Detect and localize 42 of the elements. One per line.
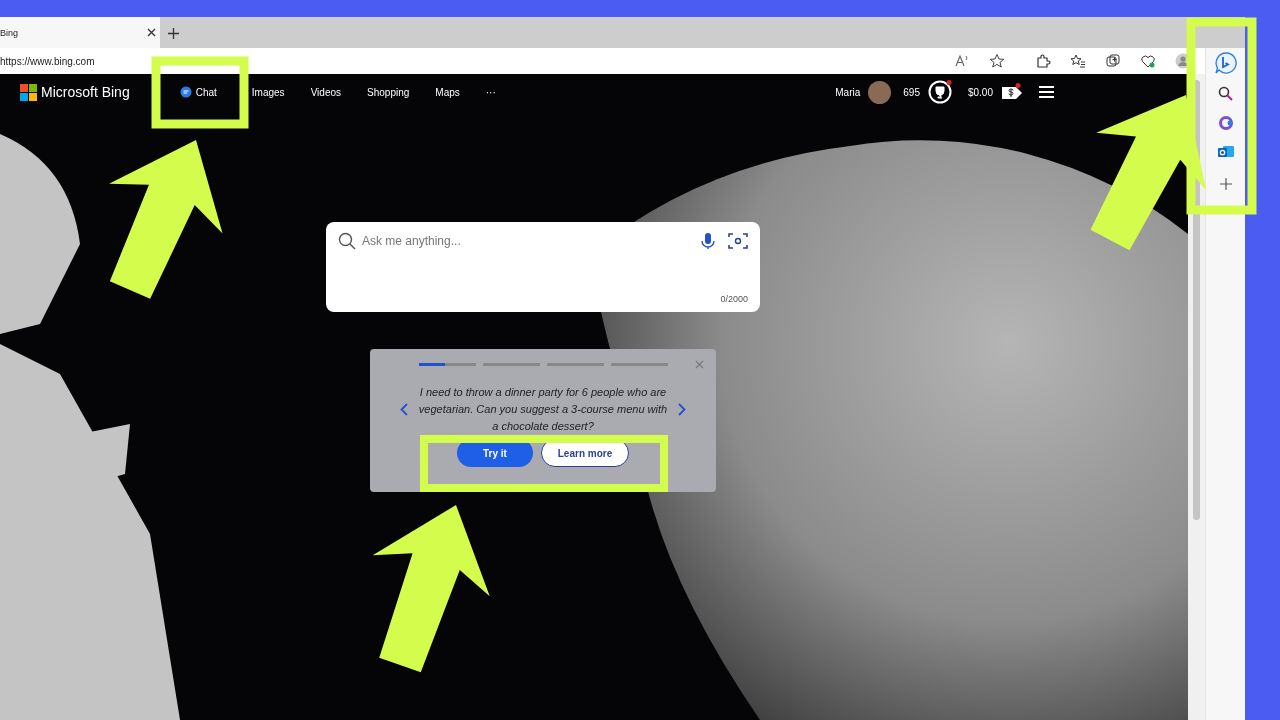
tab-title: Bing [0, 27, 19, 38]
nav-link[interactable]: ··· [485, 86, 496, 98]
search-icon[interactable] [1216, 85, 1235, 103]
menu-icon[interactable] [1039, 86, 1054, 98]
prompt-text: I need to throw a dinner party for 6 people who are vegetarian. Can you suggest a 3-course menu with a chocolate dessert? [418, 385, 668, 434]
nav-link[interactable]: Videos [310, 86, 342, 98]
nav-link[interactable]: Maps [435, 86, 460, 98]
browser-tab[interactable]: Bing [0, 17, 160, 48]
address-bar[interactable]: https://www.bing.com [0, 48, 1205, 74]
search-input[interactable]: Ask me anything... [362, 234, 694, 248]
collections-icon[interactable] [1105, 53, 1121, 69]
user-name: Maria [835, 86, 861, 98]
add-icon[interactable] [1219, 178, 1232, 190]
camera-search-icon[interactable] [728, 232, 748, 250]
close-icon[interactable] [147, 28, 156, 37]
chat-logo-icon[interactable] [1214, 52, 1237, 74]
logo-text: Microsoft Bing [41, 84, 130, 100]
trophy-icon[interactable] [927, 80, 952, 104]
character-counter: 0/2000 [720, 294, 748, 304]
avatar-placeholder[interactable] [868, 80, 892, 104]
heart-icon[interactable] [1140, 53, 1156, 69]
favorites-icon[interactable] [1070, 53, 1086, 69]
rewards-tag-icon[interactable] [1001, 83, 1023, 101]
nav-link-label: Chat [195, 86, 217, 98]
puzzle-icon[interactable] [1035, 53, 1051, 69]
search-box[interactable]: Ask me anything... 0/2000 [326, 222, 760, 312]
star-icon[interactable] [989, 53, 1005, 69]
balance-text: $0.00 [967, 86, 993, 98]
ring-icon[interactable] [1216, 114, 1235, 132]
nav-link[interactable]: Shopping [367, 86, 410, 98]
nav-link[interactable]: Images [251, 86, 285, 98]
chat-bubble-icon [179, 86, 192, 98]
add-icon[interactable] [168, 28, 179, 39]
next-icon[interactable] [678, 403, 686, 416]
windows-logo-icon [20, 83, 37, 101]
microphone-icon[interactable] [700, 232, 716, 250]
url-text: https://www.bing.com [0, 55, 96, 67]
read-aloud-icon[interactable] [954, 53, 970, 69]
previous-icon[interactable] [400, 403, 408, 416]
search-icon [338, 232, 356, 250]
points-count: 695 [903, 86, 920, 98]
nav-link[interactable]: Chat [179, 86, 217, 98]
